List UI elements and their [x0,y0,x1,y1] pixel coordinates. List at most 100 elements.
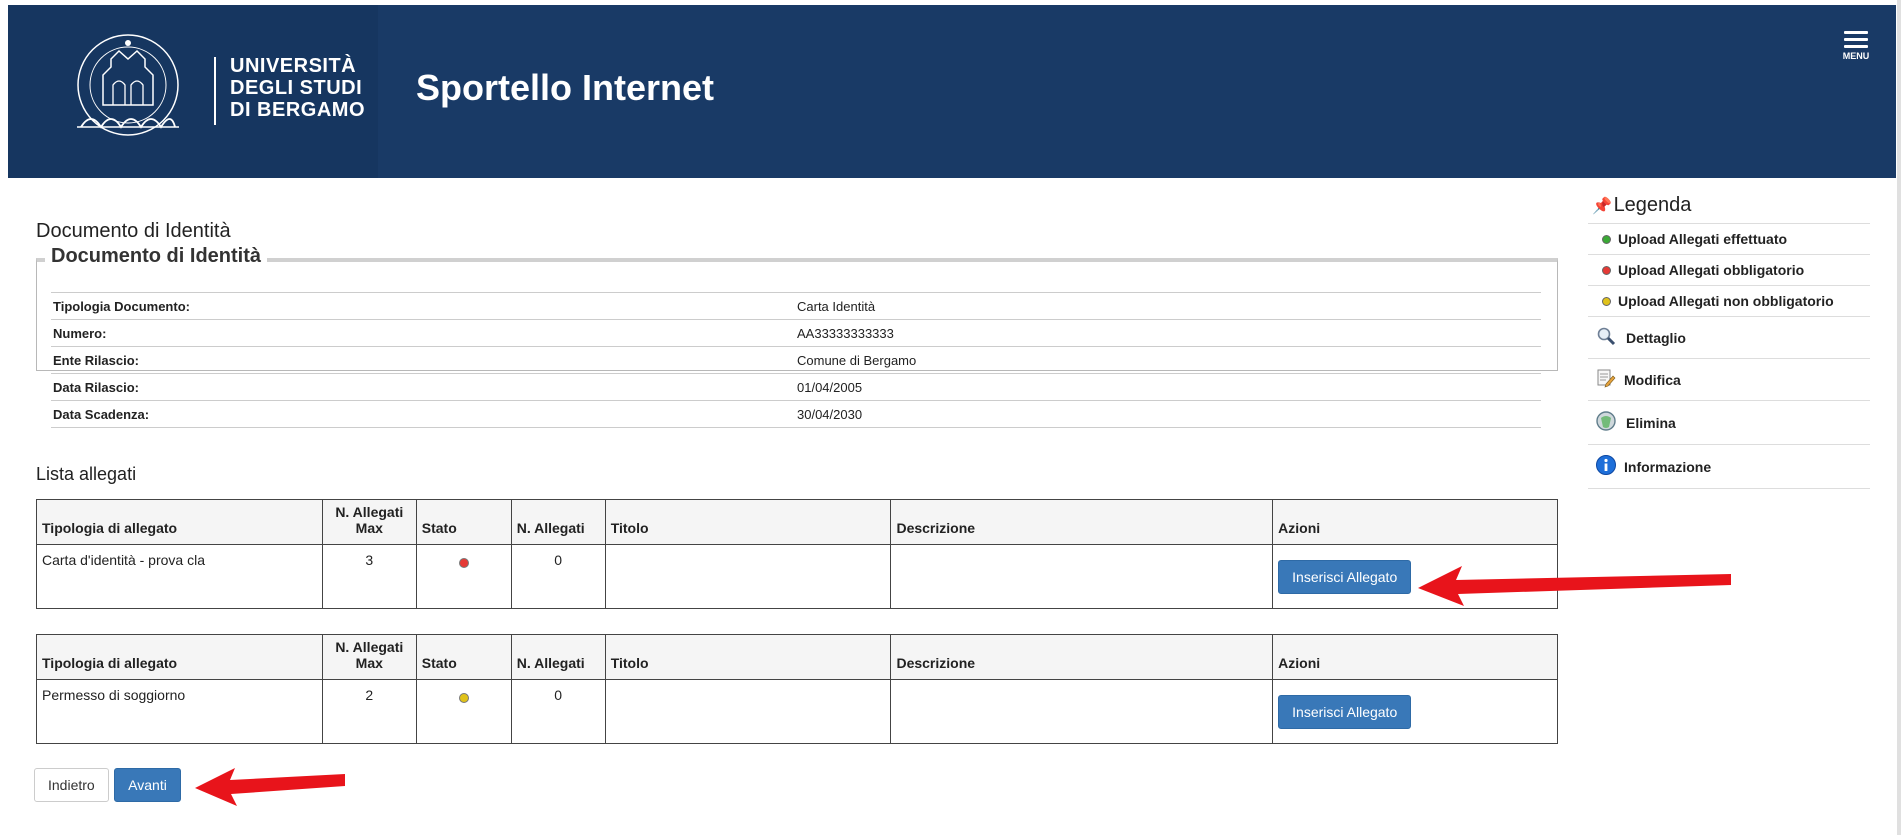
attachments-list-title: Lista allegati [36,464,137,484]
column-header-actions: Azioni [1272,634,1558,680]
next-button[interactable]: Avanti [114,768,181,802]
attachment-table-header: Tipologia di allegato N. Allegati Max Sta… [36,499,1558,545]
back-button[interactable]: Indietro [34,768,109,802]
document-fieldset: Documento di Identità Tipologia Document… [36,245,1558,428]
legend-item-required: Upload Allegati obbligatorio [1588,255,1870,286]
column-header-max-line-1: N. Allegati [335,639,404,655]
attachment-title [604,544,892,609]
annotation-arrow-icon [1418,566,1731,606]
column-header-type: Tipologia di allegato [36,499,323,545]
menu-button[interactable]: MENU [1838,27,1874,61]
attachment-max: 3 [321,544,417,609]
column-header-title: Titolo [604,499,892,545]
column-header-state: Stato [415,499,512,545]
attachment-description [890,544,1274,609]
attachment-count: 0 [510,544,606,609]
column-header-description: Descrizione [890,499,1274,545]
edit-icon [1594,368,1618,391]
hamburger-icon-bar [1844,45,1868,48]
red-dot-icon [1594,262,1618,278]
red-dot-icon [458,558,469,568]
column-header-max-line-1: N. Allegati [335,504,404,520]
document-row: Ente Rilascio: Comune di Bergamo [51,346,1541,374]
legend-panel: 📌 Legenda Upload Allegati effettuato Upl… [1588,190,1870,489]
column-header-title: Titolo [604,634,892,680]
document-field-label: Data Rilascio: [51,373,795,401]
yellow-dot-icon [458,693,469,703]
legend-item-label: Upload Allegati non obbligatorio [1618,293,1834,309]
column-header-max: N. Allegati Max [321,634,417,680]
document-field-value: Comune di Bergamo [795,346,1541,374]
legend-item-detail: Dettaglio [1588,317,1870,359]
university-name: UNIVERSITÀ DEGLI STUDI DI BERGAMO [230,55,365,121]
insert-attachment-button[interactable]: Inserisci Allegato [1278,560,1412,594]
document-field-value: Carta Identità [795,292,1541,320]
app-title: Sportello Internet [416,67,715,108]
document-field-label: Tipologia Documento: [51,292,795,320]
attachment-title [604,679,892,744]
document-field-value: 30/04/2030 [795,400,1541,428]
column-header-count: N. Allegati [510,499,606,545]
yellow-dot-icon [1594,293,1618,309]
legend-item-label: Upload Allegati effettuato [1618,231,1788,247]
attachment-table: Tipologia di allegato N. Allegati Max Sta… [36,634,1558,744]
hamburger-icon [1844,31,1868,34]
column-header-description: Descrizione [890,634,1274,680]
university-name-line-2: DEGLI STUDI [230,77,363,99]
annotation-arrow-icon [195,768,345,806]
hamburger-icon-bar [1844,38,1868,41]
document-row: Data Scadenza: 30/04/2030 [51,400,1541,428]
attachment-state [415,679,512,744]
info-icon [1594,454,1618,479]
green-dot-icon [1594,231,1618,247]
legend-item-edit: Modifica [1588,359,1870,401]
document-row: Tipologia Documento: Carta Identità [51,292,1541,320]
legend-title-text: Legenda [1613,194,1692,216]
document-row: Numero: AA33333333333 [51,319,1541,347]
legend-item-label: Modifica [1624,371,1681,388]
menu-label: MENU [1842,51,1870,61]
university-emblem-icon [77,34,179,136]
insert-attachment-button[interactable]: Inserisci Allegato [1278,695,1412,729]
legend-item-info: Informazione [1588,445,1870,489]
university-name-line-3: DI BERGAMO [230,99,365,121]
university-logo[interactable]: UNIVERSITÀ DEGLI STUDI DI BERGAMO [8,5,378,178]
document-field-label: Ente Rilascio: [51,346,795,374]
column-header-actions: Azioni [1272,499,1558,545]
column-header-max: N. Allegati Max [321,499,417,545]
attachment-table-header: Tipologia di allegato N. Allegati Max Sta… [36,634,1558,680]
column-header-state: Stato [415,634,512,680]
pin-icon: 📌 [1592,198,1612,215]
delete-icon [1594,410,1618,435]
magnifier-icon [1594,326,1618,349]
legend-title: 📌 Legenda [1588,190,1870,224]
attachment-description [890,679,1274,744]
document-field-label: Data Scadenza: [51,400,795,428]
university-name-line-1: UNIVERSITÀ [230,55,357,77]
column-header-max-line-2: Max [355,655,383,671]
attachment-max: 2 [321,679,417,744]
page-scrollbar[interactable] [1897,0,1901,835]
logo-separator [214,57,216,125]
legend-item-label: Upload Allegati obbligatorio [1618,262,1805,278]
attachment-type: Permesso di soggiorno [36,679,323,744]
column-header-count: N. Allegati [510,634,606,680]
page-title: Documento di Identità [36,220,231,242]
legend-item-delete: Elimina [1588,401,1870,445]
legend-item-label: Informazione [1624,458,1712,475]
legend-item-label: Elimina [1626,414,1676,431]
column-header-max-line-2: Max [355,520,383,536]
document-field-label: Numero: [51,319,795,347]
navigation-buttons: Indietro Avanti [34,768,181,802]
document-details-table: Tipologia Documento: Carta Identità Nume… [51,292,1541,428]
attachment-type: Carta d'identità - prova cla [36,544,323,609]
attachment-row: Carta d'identità - prova cla 3 0 Inseris… [36,544,1558,609]
legend-item-label: Dettaglio [1626,329,1686,346]
document-field-value: 01/04/2005 [795,373,1541,401]
legend-item-optional: Upload Allegati non obbligatorio [1588,286,1870,317]
attachment-state [415,544,512,609]
document-row: Data Rilascio: 01/04/2005 [51,373,1541,401]
attachment-row: Permesso di soggiorno 2 0 Inserisci Alle… [36,679,1558,744]
document-field-value: AA33333333333 [795,319,1541,347]
attachment-table: Tipologia di allegato N. Allegati Max Sta… [36,499,1558,609]
